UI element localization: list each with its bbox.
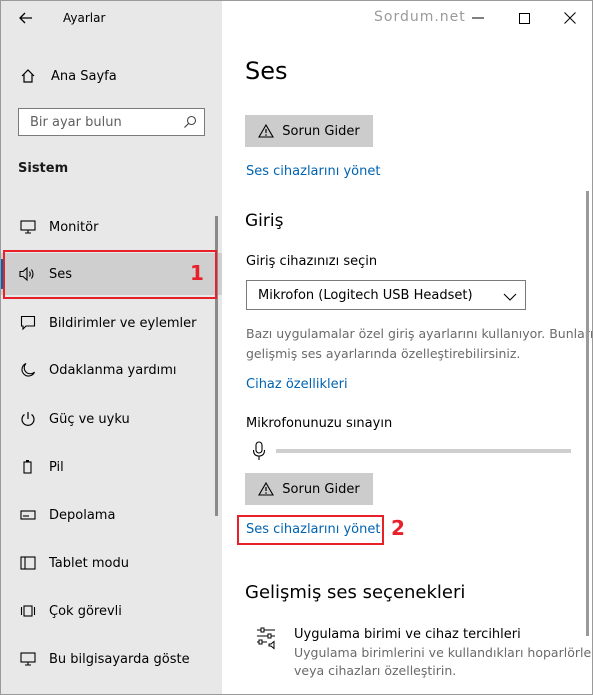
sidebar: Ayarlar Ana Sayfa Bir ayar bulun Sistem … xyxy=(1,1,222,694)
sidebar-item-battery[interactable]: Pil xyxy=(1,447,222,487)
close-button[interactable] xyxy=(550,5,590,31)
microphone-icon xyxy=(252,441,266,465)
sidebar-item-label: Depolama xyxy=(49,507,116,523)
advanced-heading: Gelişmiş ses seçenekleri xyxy=(245,582,466,603)
sidebar-item-label: Odaklanma yardımı xyxy=(49,362,177,378)
sidebar-item-monitor[interactable]: Monitör xyxy=(1,207,222,247)
app-volume-preferences-title[interactable]: Uygulama birimi ve cihaz tercihleri xyxy=(294,627,521,642)
choose-input-label: Giriş cihazınızı seçin xyxy=(246,254,378,269)
sidebar-item-storage[interactable]: Depolama xyxy=(1,495,222,535)
close-icon xyxy=(564,12,576,24)
sidebar-item-home[interactable]: Ana Sayfa xyxy=(1,56,222,96)
sidebar-item-projecting[interactable]: Bu bilgisayarda göste xyxy=(1,639,222,679)
input-info-line2: gelişmiş ses ayarlarında özelleştirebili… xyxy=(246,346,521,361)
microphone-level-meter xyxy=(276,449,571,453)
device-properties-link[interactable]: Cihaz özellikleri xyxy=(246,377,348,392)
page-title: Ses xyxy=(245,57,288,85)
search-placeholder: Bir ayar bulun xyxy=(30,115,122,130)
minimize-button[interactable] xyxy=(458,5,498,31)
minimize-icon xyxy=(472,17,484,19)
input-device-value: Mikrofon (Logitech USB Headset) xyxy=(258,288,473,303)
back-arrow-icon[interactable] xyxy=(15,7,37,29)
annotation-marker-1: 1 xyxy=(190,261,204,285)
sidebar-item-notifications[interactable]: Bildirimler ve eylemler xyxy=(1,303,222,343)
input-heading: Giriş xyxy=(245,211,284,231)
settings-window: Ayarlar Ana Sayfa Bir ayar bulun Sistem … xyxy=(0,0,593,695)
tablet-icon xyxy=(19,554,37,572)
troubleshoot-input-button[interactable]: Sorun Gider xyxy=(245,473,373,505)
home-icon xyxy=(19,67,37,85)
sidebar-item-label: Çok görevli xyxy=(49,603,122,619)
app-title: Ayarlar xyxy=(63,11,106,25)
sidebar-item-tablet[interactable]: Tablet modu xyxy=(1,543,222,583)
app-volume-sliders-icon xyxy=(255,626,277,654)
search-input[interactable]: Bir ayar bulun xyxy=(18,108,205,136)
notification-icon xyxy=(19,314,37,332)
app-volume-preferences-desc1: Uygulama birimlerini ve kullandıkları ho… xyxy=(294,645,593,660)
warning-icon xyxy=(258,124,275,138)
manage-output-devices-link[interactable]: Ses cihazlarını yönet xyxy=(246,164,380,179)
power-icon xyxy=(19,410,37,428)
sidebar-item-label: Monitör xyxy=(49,219,99,235)
sidebar-item-label: Tablet modu xyxy=(49,555,129,571)
maximize-icon xyxy=(518,12,530,24)
sidebar-item-power[interactable]: Güç ve uyku xyxy=(1,399,222,439)
warning-icon xyxy=(258,482,275,496)
troubleshoot-label: Sorun Gider xyxy=(282,481,360,497)
input-device-select[interactable]: Mikrofon (Logitech USB Headset) xyxy=(246,280,526,310)
multitask-icon xyxy=(19,602,37,620)
input-info-line1: Bazı uygulamalar özel giriş ayarlarını k… xyxy=(246,326,593,341)
moon-icon xyxy=(19,361,37,379)
app-volume-preferences-desc2: veya cihazları özelleştirin. xyxy=(294,663,457,678)
sidebar-item-label: Bu bilgisayarda göste xyxy=(49,651,190,667)
annotation-box-2 xyxy=(237,515,384,545)
annotation-box-1 xyxy=(3,250,217,299)
sidebar-item-multitasking[interactable]: Çok görevli xyxy=(1,591,222,631)
battery-icon xyxy=(19,458,37,476)
watermark: Sordum.net xyxy=(374,9,466,25)
troubleshoot-output-button[interactable]: Sorun Gider xyxy=(245,115,373,147)
sidebar-item-label: Bildirimler ve eylemler xyxy=(49,315,197,331)
sidebar-item-label: Pil xyxy=(49,459,64,475)
sidebar-item-focus-assist[interactable]: Odaklanma yardımı xyxy=(1,350,222,390)
storage-icon xyxy=(19,506,37,524)
monitor-icon xyxy=(19,218,37,236)
project-icon xyxy=(19,650,37,668)
annotation-marker-2: 2 xyxy=(391,516,405,540)
maximize-button[interactable] xyxy=(504,5,544,31)
chevron-down-icon xyxy=(503,289,517,303)
main-panel: Sordum.net Ses Sorun Gider Ses cihazları… xyxy=(222,1,592,694)
main-scrollbar[interactable] xyxy=(586,191,589,636)
sidebar-item-label: Güç ve uyku xyxy=(49,411,130,427)
troubleshoot-label: Sorun Gider xyxy=(282,123,360,139)
sidebar-item-label: Ana Sayfa xyxy=(51,68,117,84)
test-microphone-label: Mikrofonunuzu sınayın xyxy=(246,416,393,431)
search-icon[interactable] xyxy=(182,114,198,130)
section-title: Sistem xyxy=(18,161,69,176)
